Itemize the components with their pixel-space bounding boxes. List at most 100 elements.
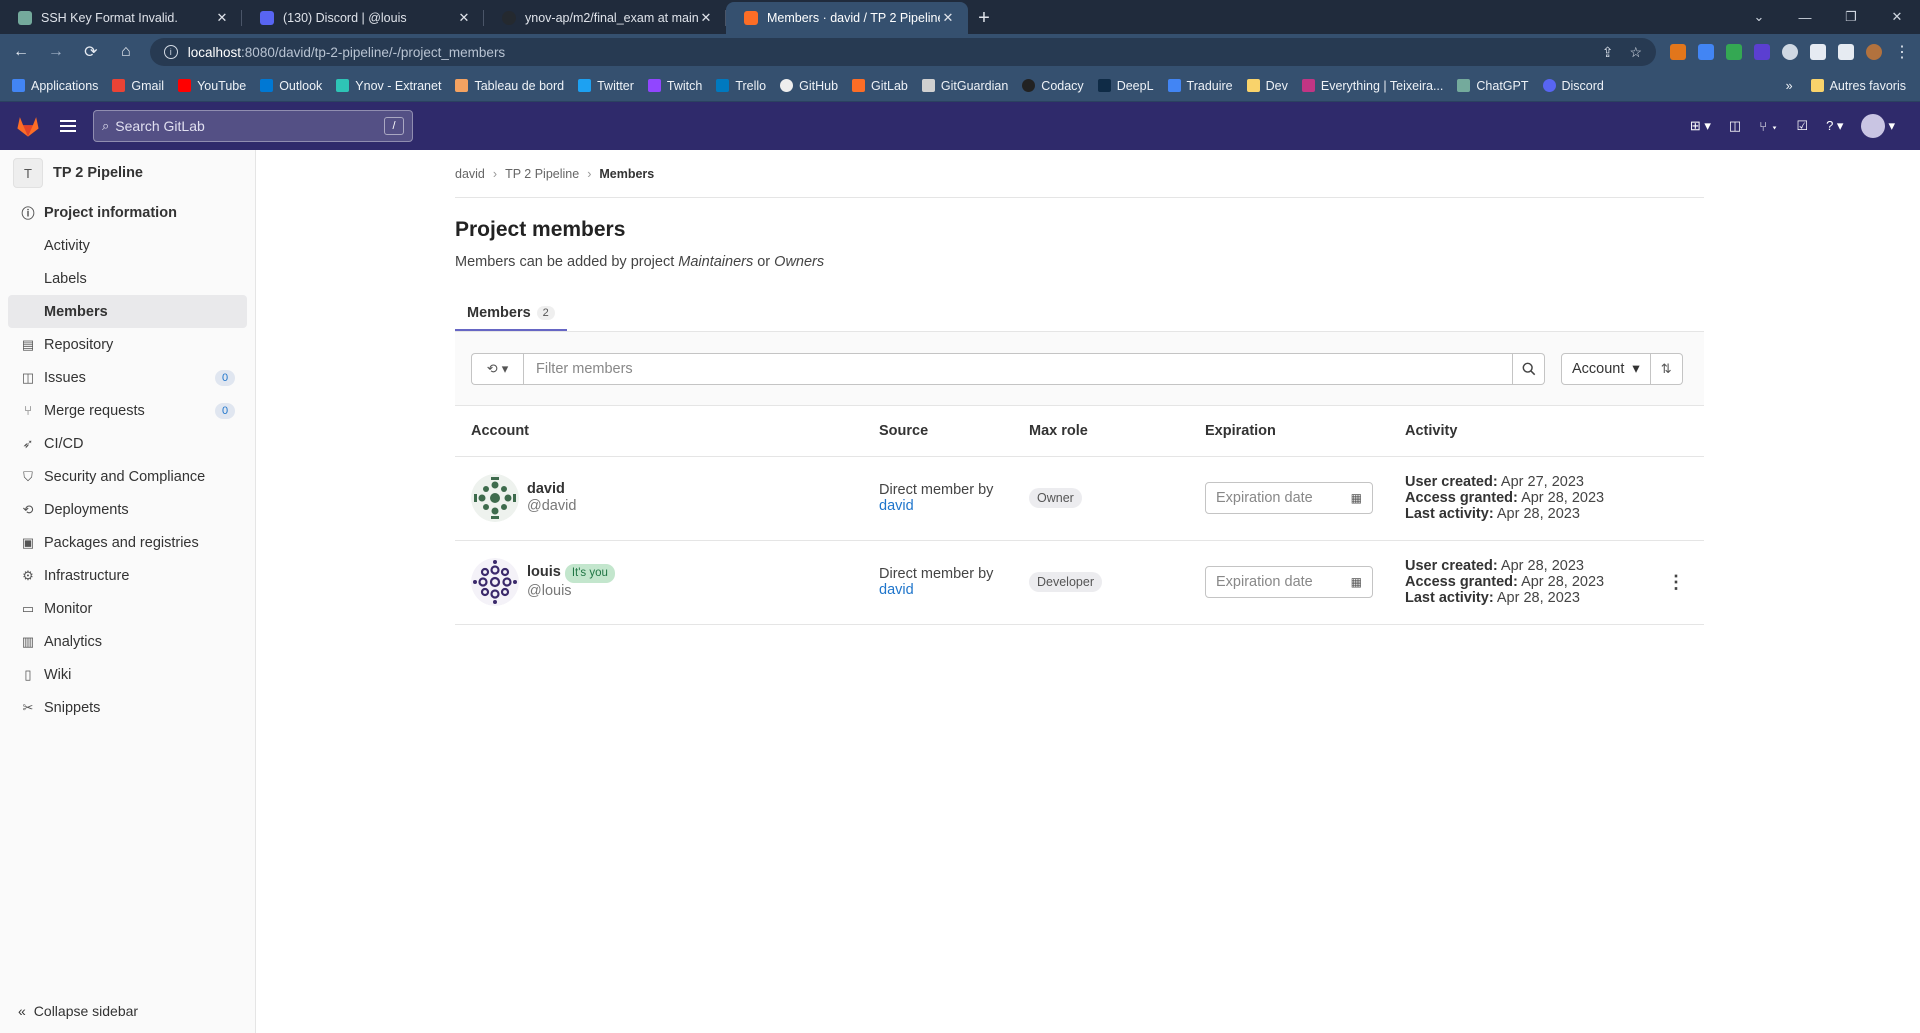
filter-members-input[interactable]: Filter members	[523, 352, 1513, 385]
restore-button[interactable]: ❐	[1828, 9, 1874, 25]
sidebar-item-labels[interactable]: Labels	[0, 262, 255, 295]
issues-count-badge: 0	[215, 369, 235, 386]
forward-arrow-icon[interactable]: →	[42, 38, 70, 66]
sidebar-item-snippets[interactable]: ✂ Snippets	[0, 691, 255, 724]
url-field[interactable]: i localhost:8080/david/tp-2-pipeline/-/p…	[149, 38, 1657, 66]
sidebar-item-members[interactable]: Members	[8, 295, 247, 328]
close-icon[interactable]: ✕	[456, 10, 472, 26]
profile-avatar-icon[interactable]	[1866, 44, 1883, 60]
bookmark-item[interactable]: Tableau de bord	[455, 79, 564, 93]
bookmark-item[interactable]: Discord	[1542, 79, 1604, 93]
browser-tab[interactable]: (130) Discord | @louis ✕	[242, 2, 484, 34]
bookmark-item[interactable]: GitHub	[780, 79, 838, 93]
expiration-date-input[interactable]: Expiration date ▦	[1205, 482, 1373, 514]
breadcrumb-item-current[interactable]: Members	[599, 167, 654, 181]
sidebar-item-issues[interactable]: ◫ Issues 0	[0, 361, 255, 394]
browser-tab[interactable]: ynov-ap/m2/final_exam at main ✕	[484, 2, 726, 34]
close-window-button[interactable]: ✕	[1874, 9, 1920, 25]
kebab-menu-icon[interactable]: ⋮	[1664, 572, 1688, 593]
browser-menu-icon[interactable]: ⋮	[1894, 42, 1910, 62]
sidebar-item-repository[interactable]: ▤ Repository	[0, 328, 255, 361]
sidebar-item-analytics[interactable]: ▥ Analytics	[0, 625, 255, 658]
sidebar-item-cicd[interactable]: ➶ CI/CD	[0, 427, 255, 460]
bookmark-item[interactable]: Traduire	[1167, 79, 1233, 93]
browser-tab[interactable]: SSH Key Format Invalid. ✕	[0, 2, 242, 34]
bookmark-item[interactable]: Gmail	[112, 79, 164, 93]
sort-by-dropdown[interactable]: Account ▾	[1561, 352, 1651, 385]
sidebar-item-label: Repository	[44, 336, 114, 353]
source-user-link[interactable]: david	[879, 582, 914, 598]
tab-members[interactable]: Members 2	[455, 296, 567, 331]
recent-searches-button[interactable]: ⟲ ▾	[471, 352, 523, 385]
close-icon[interactable]: ✕	[940, 10, 956, 26]
bookmark-item[interactable]: Twitch	[647, 79, 702, 93]
sidebar-item-infrastructure[interactable]: ⚙ Infrastructure	[0, 559, 255, 592]
bookmark-item[interactable]: DeepL	[1097, 78, 1154, 93]
bookmark-item[interactable]: Codacy	[1022, 79, 1084, 93]
sidebar-item-deployments[interactable]: ⟲ Deployments	[0, 493, 255, 526]
extension-badge-icon[interactable]	[1754, 44, 1771, 60]
other-bookmarks-folder[interactable]: Autres favoris	[1810, 79, 1906, 93]
share-icon[interactable]: ⇪	[1602, 44, 1614, 61]
expiration-date-input[interactable]: Expiration date ▦	[1205, 566, 1373, 598]
minimize-button[interactable]: —	[1782, 10, 1828, 25]
metamask-extension-icon[interactable]	[1670, 44, 1687, 60]
account-cell: david @david	[455, 456, 863, 541]
sort-direction-button[interactable]: ⇅	[1650, 352, 1683, 385]
reload-icon[interactable]: ⟳	[77, 38, 105, 66]
sidebar-item-activity[interactable]: Activity	[0, 229, 255, 262]
sidebar-item-monitor[interactable]: ▭ Monitor	[0, 592, 255, 625]
sidebar-item-wiki[interactable]: ▯ Wiki	[0, 658, 255, 691]
member-name[interactable]: louis	[527, 564, 561, 580]
more-bookmarks-button[interactable]: »	[1786, 79, 1793, 93]
bookmark-item[interactable]: Trello	[716, 79, 766, 93]
avatar[interactable]	[471, 474, 519, 522]
bookmark-item[interactable]: Applications	[12, 79, 98, 93]
star-icon[interactable]: ☆	[1629, 44, 1642, 61]
merge-request-icon[interactable]: ⑂ ▾	[1759, 119, 1778, 134]
sidebar-item-security-compliance[interactable]: ⛉ Security and Compliance	[0, 460, 255, 493]
avatar[interactable]	[471, 558, 519, 606]
bookmark-item[interactable]: Outlook	[260, 79, 322, 93]
sidebar-item-project-information[interactable]: ⓘ Project information	[0, 196, 255, 229]
close-icon[interactable]: ✕	[698, 10, 714, 26]
bookmark-item[interactable]: YouTube	[178, 79, 246, 93]
menu-icon[interactable]	[60, 120, 76, 132]
drive-extension-icon[interactable]	[1726, 44, 1743, 60]
puzzle-extensions-icon[interactable]	[1810, 44, 1827, 60]
create-new-icon[interactable]: ⊞ ▾	[1690, 118, 1711, 134]
search-button[interactable]	[1513, 352, 1545, 385]
browser-tab-active[interactable]: Members · david / TP 2 Pipeline ✕	[726, 2, 968, 34]
help-icon[interactable]: ? ▾	[1826, 118, 1843, 134]
user-menu[interactable]: ▾	[1861, 114, 1895, 138]
new-tab-button[interactable]: +	[968, 2, 1000, 34]
bookmark-item[interactable]: Everything | Teixeira...	[1301, 79, 1443, 93]
sidebar-item-packages-registries[interactable]: ▣ Packages and registries	[0, 526, 255, 559]
translate-extension-icon[interactable]	[1698, 44, 1715, 60]
bookmark-item[interactable]: Twitter	[578, 79, 634, 93]
search-gitlab-input[interactable]: ⌕ Search GitLab /	[93, 110, 413, 142]
bookmark-item[interactable]: Ynov - Extranet	[336, 79, 441, 93]
sidebar-project-header[interactable]: T TP 2 Pipeline	[0, 150, 255, 196]
todos-icon[interactable]: ☑	[1796, 118, 1808, 134]
collapse-sidebar-button[interactable]: « Collapse sidebar	[18, 1003, 138, 1019]
tab-search-icon[interactable]: ⌄	[1736, 9, 1782, 25]
breadcrumb-item-namespace[interactable]: david	[455, 167, 485, 181]
bookmark-label: DeepL	[1116, 78, 1154, 93]
bookmark-item[interactable]: GitGuardian	[921, 79, 1008, 93]
breadcrumb-item-project[interactable]: TP 2 Pipeline	[505, 167, 579, 181]
close-icon[interactable]: ✕	[214, 10, 230, 26]
sidebar-item-merge-requests[interactable]: ⑂ Merge requests 0	[0, 394, 255, 427]
site-info-icon[interactable]: i	[163, 45, 178, 59]
source-user-link[interactable]: david	[879, 498, 914, 514]
issues-icon[interactable]: ◫	[1729, 118, 1741, 134]
gitlab-logo-icon[interactable]	[15, 113, 41, 139]
openai-extension-icon[interactable]	[1782, 44, 1799, 60]
bookmark-folder[interactable]: Dev	[1246, 79, 1288, 93]
bookmark-item[interactable]: ChatGPT	[1457, 79, 1529, 93]
bookmark-item[interactable]: GitLab	[852, 79, 908, 93]
home-icon[interactable]: ⌂	[112, 38, 140, 66]
back-arrow-icon[interactable]: ←	[7, 38, 35, 66]
side-panel-icon[interactable]	[1838, 44, 1855, 60]
member-name[interactable]: david	[527, 481, 576, 498]
